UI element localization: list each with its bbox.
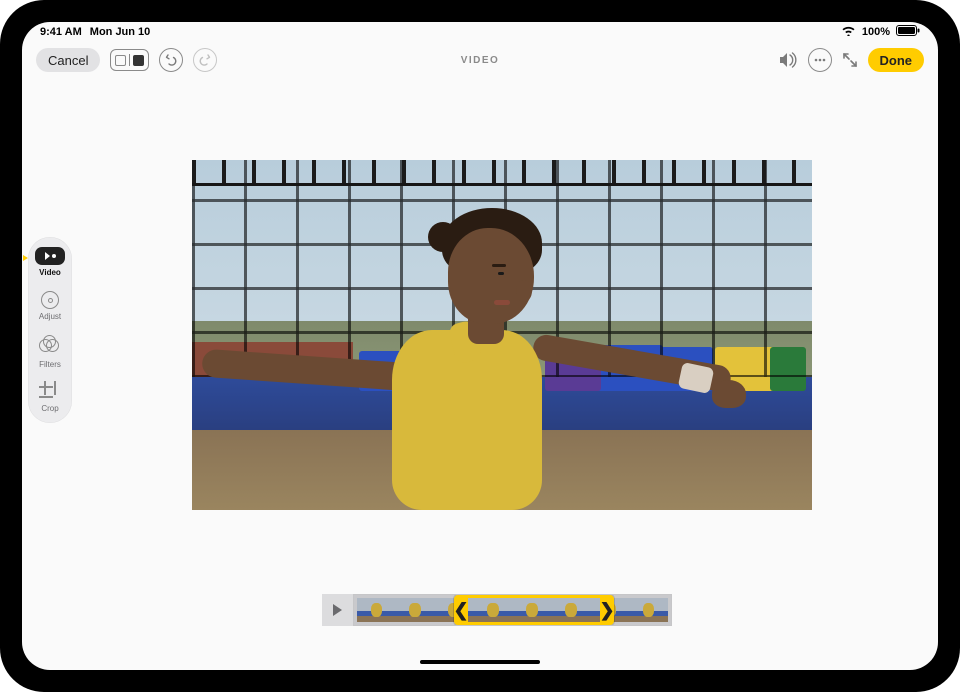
toolbar-title: VIDEO xyxy=(461,55,500,66)
home-indicator[interactable] xyxy=(420,660,540,664)
cancel-button[interactable]: Cancel xyxy=(36,48,100,72)
tool-crop[interactable]: Crop xyxy=(28,383,72,413)
battery-percent: 100% xyxy=(862,26,890,38)
editor-toolbar: Cancel VIDEO xyxy=(22,42,938,78)
fullscreen-button[interactable] xyxy=(842,52,858,68)
square-outline-icon xyxy=(115,55,126,66)
play-icon xyxy=(333,604,342,616)
filters-icon xyxy=(39,335,61,357)
trim-handle-end[interactable]: ❯ xyxy=(600,598,614,622)
live-photo-toggle[interactable] xyxy=(110,49,149,71)
preview-frame xyxy=(192,160,812,510)
trim-handle-start[interactable]: ❮ xyxy=(454,598,468,622)
tool-filters-label: Filters xyxy=(39,360,61,369)
square-filled-icon xyxy=(133,55,144,66)
done-label: Done xyxy=(880,53,913,68)
tool-video[interactable]: Video xyxy=(28,247,72,277)
video-icon xyxy=(35,247,65,265)
tool-crop-label: Crop xyxy=(41,404,58,413)
video-timeline: ❮ ❯ xyxy=(322,594,672,626)
status-time: 9:41 AM xyxy=(40,26,82,38)
wifi-icon xyxy=(841,25,856,39)
redo-button[interactable] xyxy=(193,48,217,72)
done-button[interactable]: Done xyxy=(868,48,925,72)
crop-icon xyxy=(41,383,59,401)
timeline-track[interactable]: ❮ ❯ xyxy=(354,594,672,626)
ipad-frame: 9:41 AM Mon Jun 10 100% Cancel xyxy=(0,0,960,692)
tool-adjust-label: Adjust xyxy=(39,312,61,321)
tool-adjust[interactable]: Adjust xyxy=(28,291,72,321)
status-date: Mon Jun 10 xyxy=(90,26,151,38)
edit-tool-rail: Video Adjust Filters Crop xyxy=(28,237,72,423)
adjust-icon xyxy=(41,291,59,309)
video-preview[interactable] xyxy=(192,160,812,510)
play-button[interactable] xyxy=(322,594,354,626)
trim-selection[interactable]: ❮ ❯ xyxy=(454,595,614,625)
volume-button[interactable] xyxy=(778,52,798,68)
cancel-label: Cancel xyxy=(48,53,88,68)
undo-button[interactable] xyxy=(159,48,183,72)
more-button[interactable] xyxy=(808,48,832,72)
tool-filters[interactable]: Filters xyxy=(28,335,72,369)
screen: 9:41 AM Mon Jun 10 100% Cancel xyxy=(22,22,938,670)
battery-icon xyxy=(896,25,920,39)
tool-video-label: Video xyxy=(39,268,61,277)
status-bar: 9:41 AM Mon Jun 10 100% xyxy=(22,22,938,42)
